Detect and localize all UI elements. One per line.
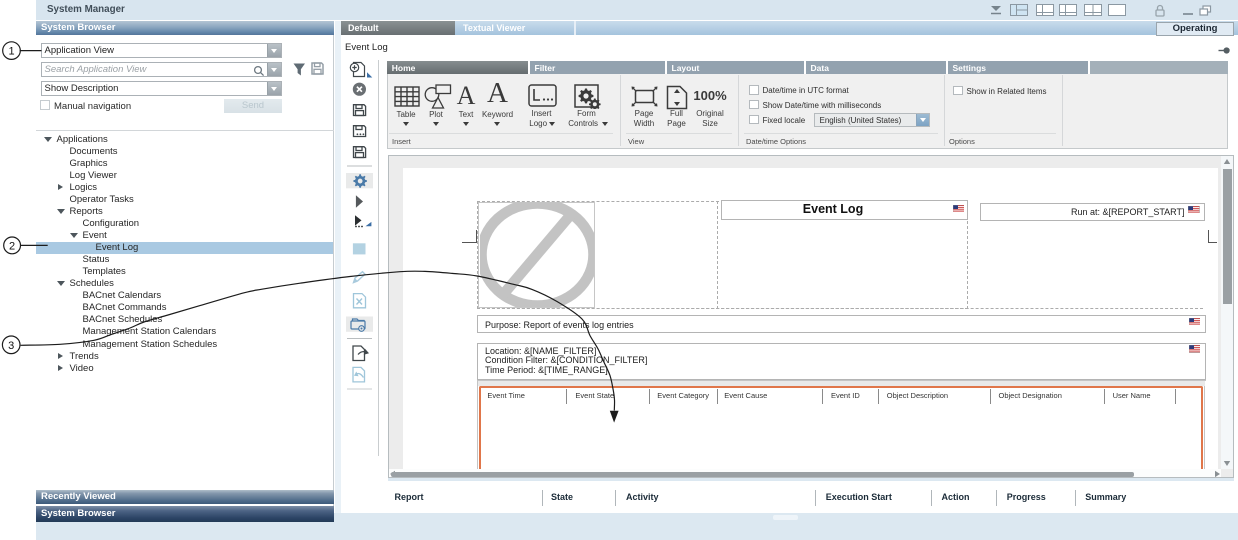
svg-text:3: 3 <box>8 340 14 352</box>
svg-text:1: 1 <box>8 46 14 58</box>
svg-text:2: 2 <box>9 240 15 252</box>
